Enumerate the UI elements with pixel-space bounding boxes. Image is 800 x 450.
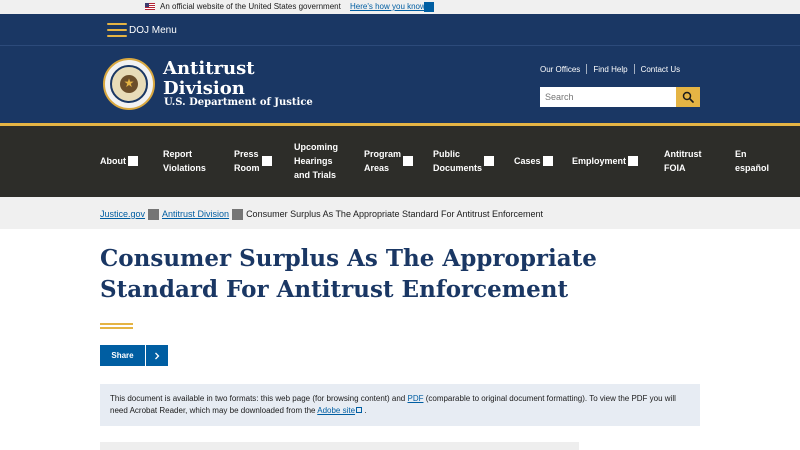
doj-menu-label: DOJ Menu bbox=[129, 24, 177, 36]
share-toggle[interactable] bbox=[145, 345, 168, 366]
heres-how-you-know-link[interactable]: Here's how you know bbox=[350, 1, 426, 13]
search-form bbox=[540, 87, 700, 107]
breadcrumb-antitrust-division[interactable]: Antitrust Division bbox=[162, 209, 229, 220]
breadcrumb-bar: Justice.gov Antitrust Division Consumer … bbox=[0, 197, 800, 229]
search-input[interactable] bbox=[540, 87, 676, 107]
nav-item-label: Upcoming Hearings and Trials bbox=[294, 142, 338, 180]
dropdown-icon[interactable] bbox=[128, 156, 138, 166]
doj-seal-icon[interactable]: ★ bbox=[103, 58, 155, 110]
brand-title-line1[interactable]: Antitrust bbox=[163, 59, 255, 79]
brand-subtitle[interactable]: U.S. Department of Justice bbox=[164, 97, 313, 109]
nav-item-label: Report Violations bbox=[163, 149, 206, 173]
nav-item-upcoming-hearings[interactable]: Upcoming Hearings and Trials bbox=[294, 140, 338, 182]
nav-item-label: About bbox=[100, 156, 126, 166]
search-icon bbox=[682, 91, 694, 103]
dropdown-icon[interactable] bbox=[484, 156, 495, 166]
dropdown-icon[interactable] bbox=[403, 156, 414, 166]
nav-item-antitrust-foia[interactable]: Antitrust FOIA bbox=[664, 147, 702, 175]
nav-item-press-room[interactable]: Press Room bbox=[234, 147, 272, 175]
dropdown-icon[interactable] bbox=[542, 156, 553, 166]
find-help-link[interactable]: Find Help bbox=[593, 65, 627, 74]
us-flag-icon bbox=[145, 3, 155, 10]
nav-item-label: Antitrust FOIA bbox=[664, 149, 702, 173]
share-button[interactable]: Share bbox=[100, 345, 168, 366]
contact-us-link[interactable]: Contact Us bbox=[641, 65, 681, 74]
search-button[interactable] bbox=[676, 87, 700, 107]
link-divider bbox=[633, 64, 635, 74]
utility-links: Our Offices Find Help Contact Us bbox=[540, 64, 680, 74]
doj-menu-button[interactable]: DOJ Menu bbox=[107, 22, 177, 38]
gov-banner: An official website of the United States… bbox=[0, 0, 800, 14]
dropdown-icon[interactable] bbox=[261, 156, 272, 166]
notice-text-3: . bbox=[362, 406, 367, 415]
our-offices-link[interactable]: Our Offices bbox=[540, 65, 580, 74]
dropdown-icon[interactable] bbox=[628, 156, 639, 166]
site-header: DOJ Menu ★ Antitrust Division U.S. Depar… bbox=[0, 14, 800, 124]
hamburger-icon bbox=[107, 23, 127, 37]
nav-item-cases[interactable]: Cases bbox=[514, 154, 553, 168]
breadcrumb-current: Consumer Surplus As The Appropriate Stan… bbox=[246, 209, 544, 219]
chevron-down-icon[interactable] bbox=[424, 2, 434, 12]
breadcrumb-justice-gov[interactable]: Justice.gov bbox=[100, 209, 145, 220]
format-notice: This document is available in two format… bbox=[100, 384, 700, 426]
chevron-right-icon bbox=[155, 352, 160, 359]
main-nav: About Report Violations Press Room Upcom… bbox=[0, 126, 800, 197]
nav-item-label: Press Room bbox=[234, 149, 260, 173]
nav-item-label: Cases bbox=[514, 156, 541, 166]
nav-item-label: Public Documents bbox=[433, 149, 483, 173]
header-divider bbox=[0, 45, 800, 46]
nav-item-label: Employment bbox=[572, 156, 627, 166]
nav-item-employment[interactable]: Employment bbox=[572, 154, 639, 168]
nav-item-program-areas[interactable]: Program Areas bbox=[364, 147, 414, 175]
nav-item-en-espanol[interactable]: En español bbox=[735, 147, 769, 175]
notice-text-1: This document is available in two format… bbox=[110, 394, 408, 403]
page-title: Consumer Surplus As The Appropriate Stan… bbox=[100, 245, 597, 303]
brand-title-line2[interactable]: Division bbox=[163, 79, 245, 99]
breadcrumb: Justice.gov Antitrust Division Consumer … bbox=[100, 209, 543, 220]
content-block bbox=[100, 442, 579, 450]
nav-item-about[interactable]: About bbox=[100, 154, 138, 168]
pdf-link[interactable]: PDF bbox=[407, 394, 423, 403]
breadcrumb-separator-icon bbox=[148, 209, 160, 220]
gov-banner-text: An official website of the United States… bbox=[160, 2, 341, 11]
nav-item-report-violations[interactable]: Report Violations bbox=[163, 147, 206, 175]
title-decoration bbox=[100, 323, 133, 329]
share-label: Share bbox=[100, 345, 145, 366]
nav-item-label: En español bbox=[735, 149, 770, 173]
nav-item-label: Program Areas bbox=[364, 149, 402, 173]
link-divider bbox=[586, 64, 588, 74]
adobe-site-link[interactable]: Adobe site bbox=[317, 406, 355, 415]
breadcrumb-separator-icon bbox=[232, 209, 244, 220]
nav-item-public-documents[interactable]: Public Documents bbox=[433, 147, 495, 175]
